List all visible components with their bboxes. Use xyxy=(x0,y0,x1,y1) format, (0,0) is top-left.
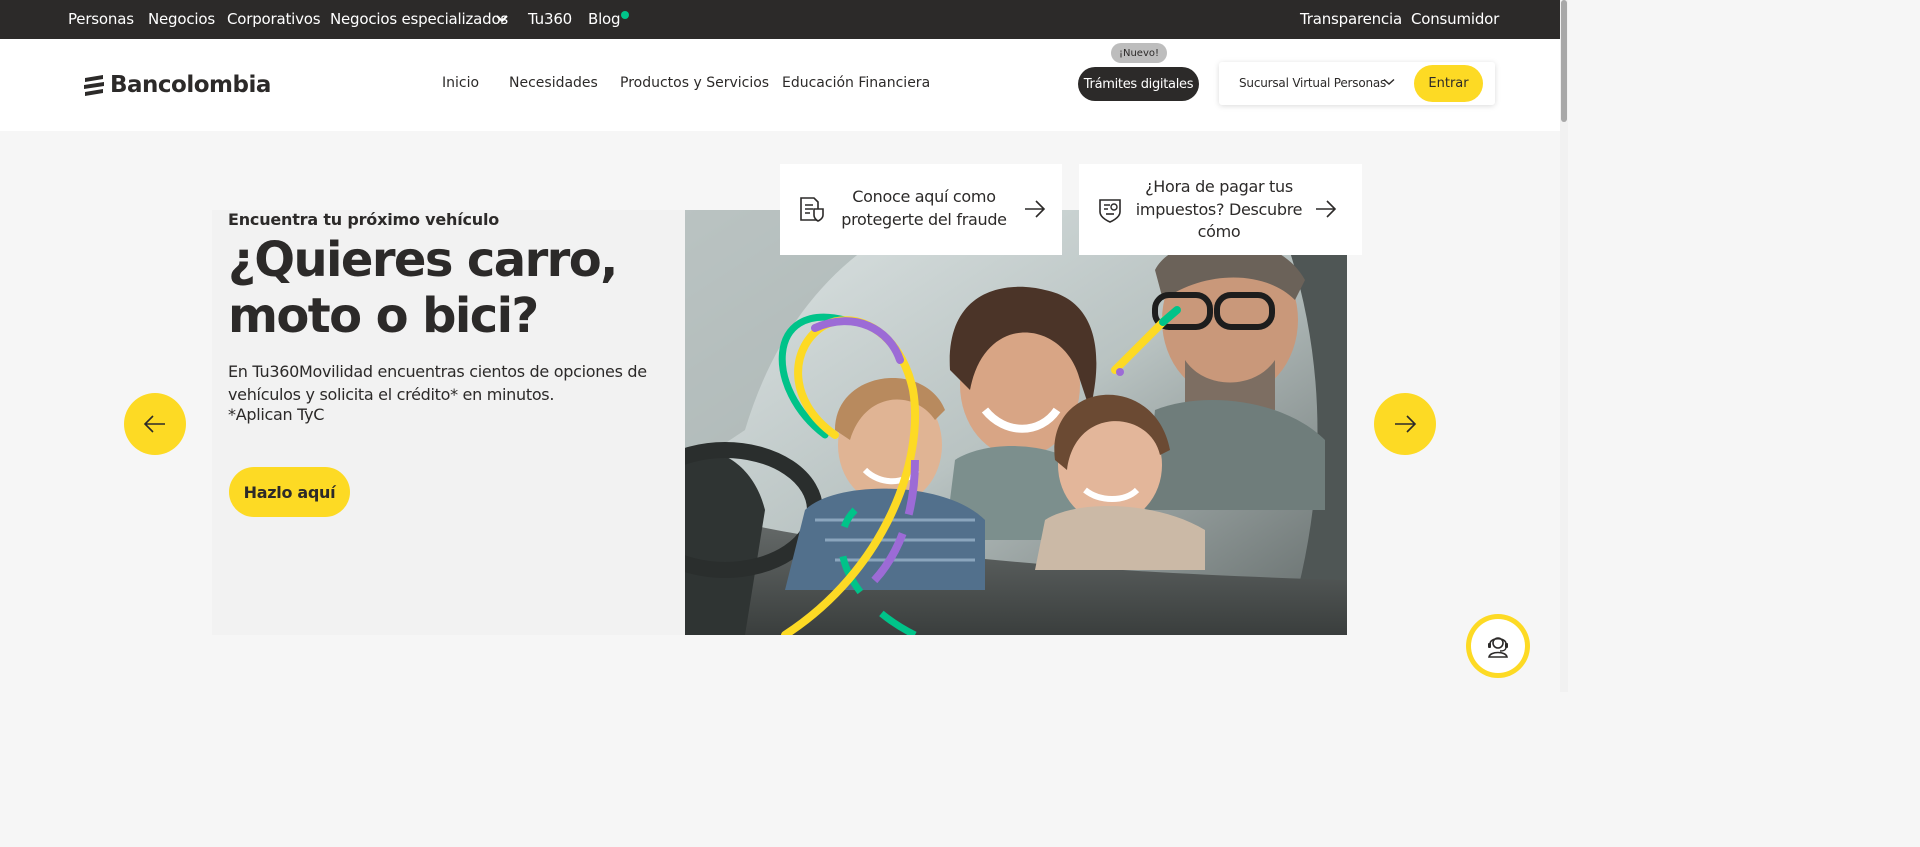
virtual-assistant-button[interactable] xyxy=(1466,614,1530,678)
blog-notification-dot xyxy=(621,11,629,19)
nav-link-educacion-financiera[interactable]: Educación Financiera xyxy=(782,75,930,91)
family-in-car-image xyxy=(685,210,1347,635)
arrow-right-icon xyxy=(1316,200,1337,218)
topbar-link-negocios-especializados[interactable]: Negocios especializados xyxy=(330,10,508,28)
topbar-link-corporativos[interactable]: Corporativos xyxy=(227,10,321,28)
topbar-link-blog[interactable]: Blog xyxy=(588,10,621,28)
bancolombia-logo-icon xyxy=(84,75,104,96)
headset-agent-icon xyxy=(1488,637,1508,658)
chevron-down-icon[interactable] xyxy=(495,14,509,24)
nav-link-necesidades[interactable]: Necesidades xyxy=(509,75,598,91)
arrow-right-icon xyxy=(1395,415,1417,433)
hero-title: ¿Quieres carro, moto o bici? xyxy=(228,232,618,344)
virtual-assistant-inner xyxy=(1471,619,1525,673)
entrar-button[interactable]: Entrar xyxy=(1414,65,1483,102)
scrollbar-thumb[interactable] xyxy=(1561,0,1567,122)
fraud-card-text: Conoce aquí como protegerte del fraude xyxy=(841,187,1007,229)
sucursal-virtual-box: Sucursal Virtual Personas Entrar xyxy=(1219,62,1495,105)
hazlo-aqui-button[interactable]: Hazlo aquí xyxy=(229,467,350,517)
nav-link-productos-servicios[interactable]: Productos y Servicios xyxy=(620,75,769,91)
hero-subtitle: Encuentra tu próximo vehículo xyxy=(228,210,500,229)
topbar-link-negocios[interactable]: Negocios xyxy=(148,10,215,28)
top-bar: Personas Negocios Corporativos Negocios … xyxy=(0,0,1560,39)
hero-description: En Tu360Movilidad encuentras cientos de … xyxy=(228,362,647,404)
hero-tyc: *Aplican TyC xyxy=(228,405,325,424)
arrow-left-icon xyxy=(143,415,165,433)
nuevo-badge: ¡Nuevo! xyxy=(1111,43,1167,63)
bancolombia-logo[interactable]: Bancolombia xyxy=(82,72,271,98)
document-shield-icon xyxy=(800,197,824,222)
tramites-digitales-button[interactable]: Trámites digitales xyxy=(1078,67,1199,101)
taxes-card-text: ¿Hora de pagar tus impuestos? Descubre c… xyxy=(1135,177,1303,241)
topbar-link-tu360[interactable]: Tu360 xyxy=(528,10,572,28)
carousel-next-button[interactable] xyxy=(1374,393,1436,455)
logo-text: Bancolombia xyxy=(110,72,271,98)
topbar-link-consumidor[interactable]: Consumidor xyxy=(1411,10,1499,28)
fraud-info-card[interactable]: Conoce aquí como protegerte del fraude xyxy=(780,164,1062,255)
topbar-link-personas[interactable]: Personas xyxy=(68,10,134,28)
hero-image xyxy=(685,210,1347,635)
arrow-right-icon xyxy=(1025,200,1046,218)
chevron-down-icon[interactable] xyxy=(1383,78,1395,86)
nav-link-inicio[interactable]: Inicio xyxy=(442,75,479,91)
taxes-info-card[interactable]: ¿Hora de pagar tus impuestos? Descubre c… xyxy=(1079,164,1362,255)
sucursal-virtual-dropdown[interactable]: Sucursal Virtual Personas xyxy=(1239,76,1386,90)
tax-document-icon xyxy=(1099,199,1121,223)
carousel-prev-button[interactable] xyxy=(124,393,186,455)
topbar-link-transparencia[interactable]: Transparencia xyxy=(1300,10,1402,28)
